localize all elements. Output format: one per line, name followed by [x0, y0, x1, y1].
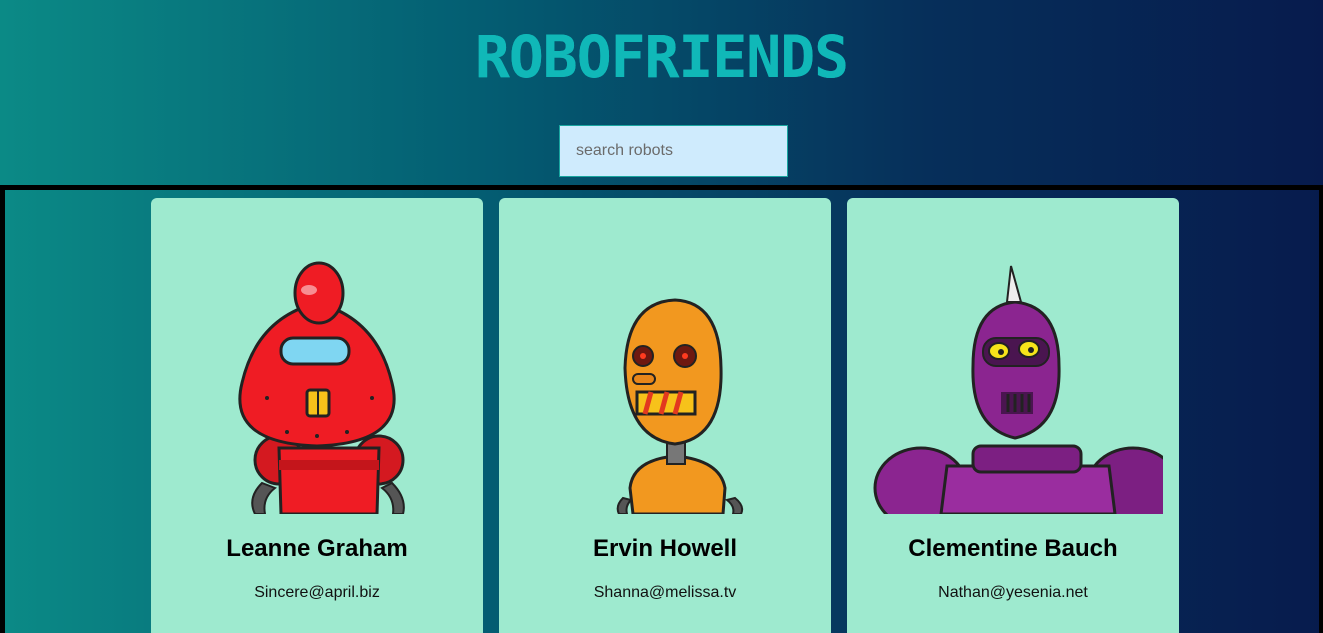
header: ROBOFRIENDS: [0, 0, 1323, 185]
robot-card: Leanne Graham Sincere@april.biz: [151, 198, 483, 633]
page-title: ROBOFRIENDS: [474, 23, 849, 91]
robot-email: Sincere@april.biz: [254, 584, 380, 601]
robot-email: Nathan@yesenia.net: [938, 584, 1088, 601]
robot-name: Ervin Howell: [592, 535, 738, 562]
robot-card: Clementine Bauch Nathan@yesenia.net: [847, 198, 1179, 633]
search-input[interactable]: [559, 125, 788, 177]
robot-name: Clementine Bauch: [908, 535, 1118, 562]
robot-email: Shanna@melissa.tv: [593, 584, 737, 601]
robot-avatar: [873, 265, 1163, 514]
robot-card: Ervin Howell Shanna@melissa.tv: [499, 198, 831, 633]
robot-avatar: [616, 298, 744, 514]
robot-avatar: [238, 261, 405, 514]
robot-name: Leanne Graham: [226, 535, 408, 562]
